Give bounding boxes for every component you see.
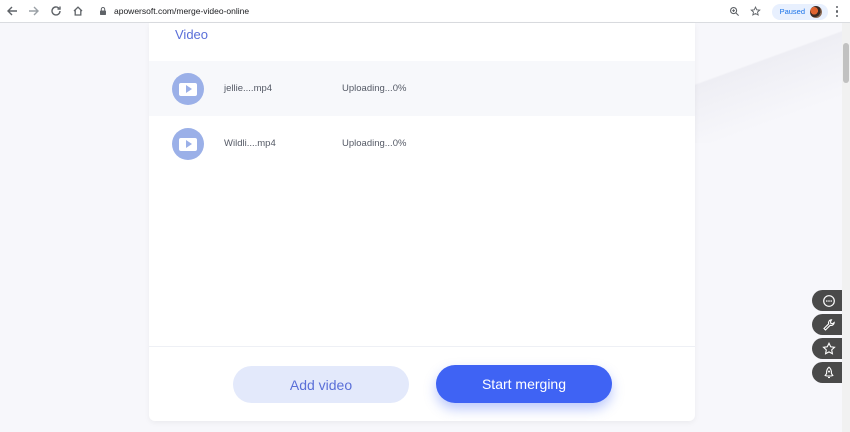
card-title: Video: [175, 27, 209, 42]
wrench-icon: [823, 318, 835, 331]
start-merging-button[interactable]: Start merging: [436, 365, 612, 403]
zoom-button[interactable]: [726, 3, 744, 21]
bookmark-star-icon: [750, 6, 761, 16]
file-row: Wildli....mp4 Uploading...0%: [149, 116, 695, 171]
profile-button[interactable]: Paused: [771, 3, 828, 20]
zoom-icon: [730, 7, 740, 16]
home-icon: [73, 6, 83, 16]
upload-status: Uploading...0%: [342, 83, 407, 94]
back-icon: [7, 6, 17, 16]
file-name: jellie....mp4: [224, 83, 273, 94]
profile-status: Paused: [779, 7, 805, 16]
chat-icon: [823, 294, 835, 307]
address-bar[interactable]: apowersoft.com/merge-video-online: [98, 1, 249, 21]
video-file-icon: [172, 128, 204, 160]
merge-card: Video jellie....mp4 Uploading...0% Wildl…: [149, 23, 695, 421]
page-scrollbar[interactable]: [842, 23, 850, 432]
add-video-button[interactable]: Add video: [233, 366, 409, 403]
upload-status: Uploading...0%: [342, 138, 407, 149]
rocket-icon: [824, 366, 834, 378]
forward-icon: [29, 6, 39, 16]
file-row: jellie....mp4 Uploading...0%: [149, 61, 695, 116]
browser-toolbar: apowersoft.com/merge-video-online Paused: [0, 0, 850, 23]
bookmark-button[interactable]: [747, 3, 765, 21]
reload-icon: [51, 6, 61, 16]
scrollbar-thumb[interactable]: [843, 43, 849, 83]
page-content: Video jellie....mp4 Uploading...0% Wildl…: [0, 23, 850, 432]
reload-button[interactable]: [46, 1, 66, 21]
back-button[interactable]: [2, 1, 22, 21]
divider: [149, 346, 695, 347]
video-file-icon: [172, 73, 204, 105]
forward-button[interactable]: [24, 1, 44, 21]
lock-icon: [100, 7, 106, 15]
star-icon: [822, 341, 836, 355]
url-text: apowersoft.com/merge-video-online: [114, 6, 250, 16]
file-name: Wildli....mp4: [224, 138, 276, 149]
home-button[interactable]: [68, 1, 88, 21]
menu-icon[interactable]: [832, 5, 842, 18]
avatar: [810, 5, 822, 18]
